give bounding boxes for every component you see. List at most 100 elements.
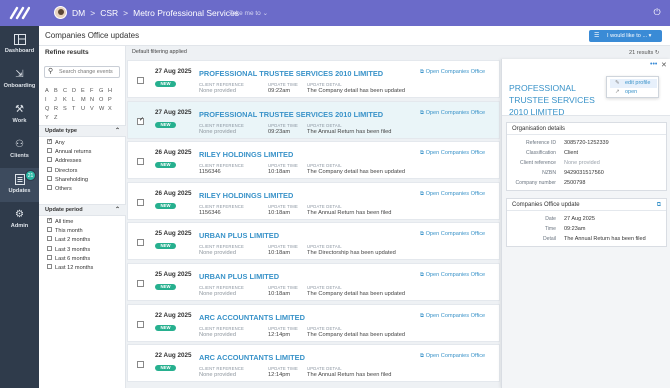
sidebar-item-dashboard[interactable]: Dashboard [0, 28, 39, 62]
open-companies-office-link[interactable]: ⧉ Open Companies Office [420, 231, 485, 238]
checkbox[interactable] [47, 254, 52, 260]
filter-option[interactable]: Last 6 months [39, 254, 126, 264]
alphabet-letter[interactable]: W [99, 105, 108, 114]
alphabet-letter[interactable]: I [45, 96, 54, 105]
table-row[interactable]: 26 Aug 2025 NEW RILEY HOLDINGS LIMITED CLIE… [127, 181, 500, 220]
table-row[interactable]: 25 Aug 2025 NEW URBAN PLUS LIMITED CLIENT R… [127, 263, 500, 301]
alphabet-letter[interactable]: N [90, 96, 99, 105]
filter-option[interactable]: Annual returns [39, 148, 126, 157]
alphabet-letter[interactable]: B [54, 87, 63, 96]
alphabet-letter[interactable]: Z [54, 114, 63, 123]
company-name-link[interactable]: PROFESSIONAL TRUSTEE SERVICES 2010 LIMIT… [199, 110, 383, 119]
breadcrumb-item[interactable]: CSR [100, 8, 118, 18]
checkbox[interactable] [47, 227, 52, 233]
filter-option[interactable]: All time [39, 216, 126, 227]
detail-title[interactable]: PROFESSIONAL TRUSTEE SERVICES 2010 LIMIT… [509, 82, 609, 118]
row-checkbox[interactable] [137, 77, 144, 84]
alphabet-letter[interactable]: E [81, 87, 90, 96]
update-period-header[interactable]: Update period ⌃ [39, 204, 126, 216]
row-checkbox[interactable] [137, 116, 144, 125]
filter-option[interactable]: This month [39, 227, 126, 236]
update-type-header[interactable]: Update type ⌃ [39, 125, 126, 137]
alphabet-letter[interactable]: C [63, 87, 72, 96]
company-name-link[interactable]: ARC ACCOUNTANTS LIMITED [199, 313, 305, 322]
close-icon[interactable]: ✕ [661, 61, 667, 69]
company-name-link[interactable]: URBAN PLUS LIMITED [199, 272, 279, 281]
alphabet-letter[interactable]: Y [45, 114, 54, 123]
table-row[interactable]: 27 Aug 2025 NEW PROFESSIONAL TRUSTEE SERVI… [127, 100, 500, 139]
external-link-icon[interactable]: ⧉ [657, 199, 661, 211]
alphabet-letter[interactable]: H [108, 87, 117, 96]
checkbox[interactable] [47, 184, 52, 190]
row-checkbox[interactable] [137, 361, 144, 369]
alphabet-letter[interactable]: M [81, 96, 90, 105]
filter-option[interactable]: Shareholding [39, 175, 126, 185]
checkbox[interactable] [47, 175, 52, 181]
filter-option[interactable]: Last 12 months [39, 263, 126, 273]
app-logo-icon[interactable] [8, 6, 30, 20]
sidebar-item-admin[interactable]: ⚙ Admin [0, 203, 39, 237]
table-row[interactable]: 26 Aug 2025 NEW RILEY HOLDINGS LIMITED CLIE… [127, 141, 500, 180]
sidebar-item-clients[interactable]: ⚇ Clients [0, 133, 39, 167]
avatar[interactable] [54, 6, 67, 19]
alphabet-letter[interactable]: D [72, 87, 81, 96]
open-companies-office-link[interactable]: ⧉ Open Companies Office [420, 313, 485, 320]
open-companies-office-link[interactable]: ⧉ Open Companies Office [420, 353, 485, 360]
alphabet-letter[interactable]: U [81, 105, 90, 114]
alphabet-letter[interactable]: V [90, 105, 99, 114]
table-row[interactable]: 22 Aug 2025 NEW ARC ACCOUNTANTS LIMITED CLI… [127, 344, 500, 383]
alphabet-letter[interactable]: Q [45, 105, 54, 114]
alphabet-letter[interactable]: O [99, 96, 108, 105]
open-companies-office-link[interactable]: ⧉ Open Companies Office [420, 150, 485, 157]
alphabet-letter[interactable]: S [63, 105, 72, 114]
company-name-link[interactable]: RILEY HOLDINGS LIMITED [199, 191, 293, 200]
row-checkbox[interactable] [137, 320, 144, 328]
checkbox[interactable] [47, 137, 52, 146]
filter-option[interactable]: Last 3 months [39, 245, 126, 255]
checkbox[interactable] [47, 157, 52, 163]
sidebar-item-work[interactable]: ⚒ Work [0, 98, 39, 132]
breadcrumb-item[interactable]: Metro Professional Services [133, 8, 239, 18]
power-icon[interactable]: ⏻ [650, 7, 664, 19]
row-checkbox[interactable] [137, 239, 144, 247]
table-row[interactable]: 22 Aug 2025 NEW ARC ACCOUNTANTS LIMITED CLI… [127, 303, 500, 342]
table-row[interactable]: 27 Aug 2025 NEW PROFESSIONAL TRUSTEE SERVI… [127, 60, 500, 98]
checkbox[interactable] [47, 216, 52, 225]
sidebar-item-updates[interactable]: Updates 21 [0, 168, 39, 202]
filter-option[interactable]: Others [39, 184, 126, 194]
take-me-to-dropdown[interactable]: Take me to ⌄ [229, 9, 268, 17]
open-companies-office-link[interactable]: ⧉ Open Companies Office [420, 110, 485, 117]
filter-option[interactable]: Any [39, 137, 126, 148]
alphabet-letter[interactable]: R [54, 105, 63, 114]
alphabet-letter[interactable]: T [72, 105, 81, 114]
table-row[interactable]: 25 Aug 2025 NEW URBAN PLUS LIMITED CLIENT R… [127, 222, 500, 261]
company-name-link[interactable]: PROFESSIONAL TRUSTEE SERVICES 2010 LIMIT… [199, 69, 383, 78]
menu-item-open[interactable]: ↗ open [610, 88, 657, 97]
checkbox[interactable] [47, 236, 52, 242]
filter-option[interactable]: Addresses [39, 157, 126, 166]
menu-item-edit-profile[interactable]: ✎ edit profile [610, 79, 657, 88]
more-options-icon[interactable]: ••• [650, 61, 657, 68]
row-checkbox[interactable] [137, 198, 144, 206]
i-would-like-to-button[interactable]: ☰ I would like to ... ▾ [589, 30, 662, 42]
row-checkbox[interactable] [137, 280, 144, 287]
company-name-link[interactable]: RILEY HOLDINGS LIMITED [199, 150, 293, 159]
checkbox[interactable] [47, 263, 52, 269]
checkbox[interactable] [47, 166, 52, 172]
breadcrumb-item[interactable]: DM [72, 8, 85, 18]
alphabet-letter[interactable]: P [108, 96, 117, 105]
company-name-link[interactable]: ARC ACCOUNTANTS LIMITED [199, 353, 305, 362]
alphabet-letter[interactable]: K [63, 96, 72, 105]
alphabet-letter[interactable]: X [108, 105, 117, 114]
search-input[interactable]: ⚲ Search change events [44, 66, 120, 78]
alphabet-letter[interactable]: A [45, 87, 54, 96]
open-companies-office-link[interactable]: ⧉ Open Companies Office [420, 191, 485, 198]
open-companies-office-link[interactable]: ⧉ Open Companies Office [420, 272, 485, 279]
alphabet-letter[interactable]: F [90, 87, 99, 96]
filter-option[interactable]: Directors [39, 166, 126, 176]
alphabet-letter[interactable]: J [54, 96, 63, 105]
filter-option[interactable]: Last 2 months [39, 236, 126, 245]
open-companies-office-link[interactable]: ⧉ Open Companies Office [420, 69, 485, 76]
checkbox[interactable] [47, 148, 52, 154]
company-name-link[interactable]: URBAN PLUS LIMITED [199, 231, 279, 240]
